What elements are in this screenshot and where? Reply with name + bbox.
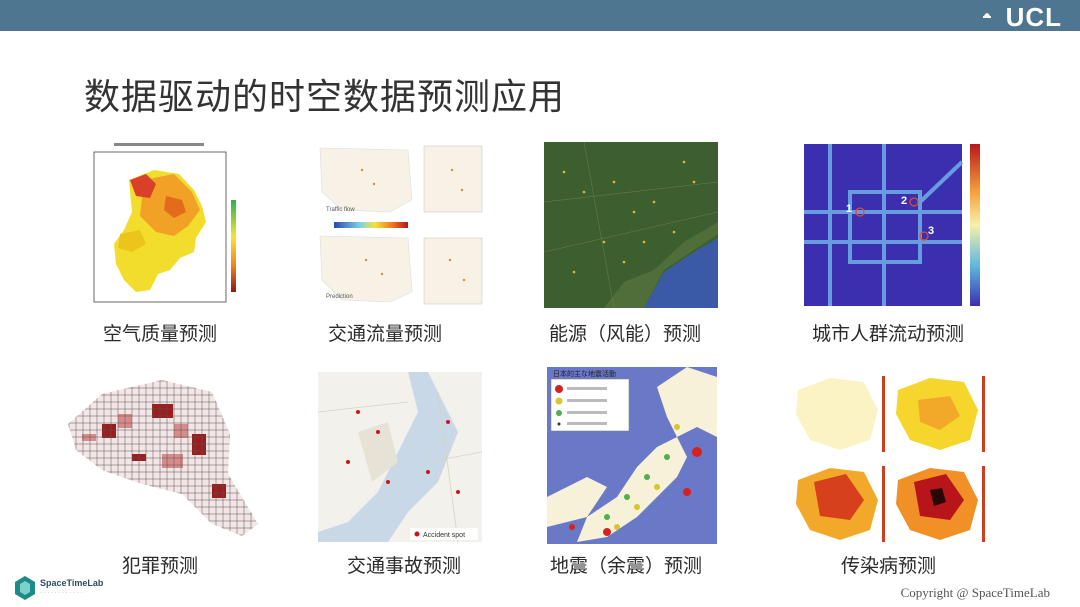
prediction-label: Prediction bbox=[326, 294, 353, 300]
logo-subtext: · · · · · · · · · · · · bbox=[40, 590, 83, 596]
marker-1: 1 bbox=[846, 203, 852, 215]
air-quality-map-image bbox=[84, 140, 246, 308]
marker-2: 2 bbox=[901, 195, 907, 207]
tile-caption: 城市人群流动预测 bbox=[812, 323, 965, 345]
accident-legend: Accident spot bbox=[423, 532, 465, 539]
earthquake-map-title: 日本的主な地震活動 bbox=[553, 369, 616, 378]
spacetimelab-logo-icon bbox=[15, 576, 35, 600]
tile-caption: 能源（风能）预测 bbox=[549, 323, 702, 345]
tile-caption: 交通流量预测 bbox=[328, 323, 443, 345]
tile-caption: 地震（余震）预测 bbox=[550, 555, 703, 577]
copyright-text: Copyright @ SpaceTimeLab bbox=[900, 585, 1050, 600]
accident-map-image: Accident spot bbox=[318, 372, 482, 542]
crime-grid-map-image bbox=[62, 374, 262, 540]
marker-3: 3 bbox=[928, 225, 934, 237]
spacetimelab-logo: SpaceTimeLab · · · · · · · · · · · · bbox=[14, 575, 124, 603]
tile-caption: 交通事故预测 bbox=[347, 555, 462, 577]
tile-caption: 空气质量预测 bbox=[103, 323, 218, 345]
traffic-flow-label: Traffic flow bbox=[326, 207, 355, 213]
disease-maps-image bbox=[790, 370, 990, 542]
wind-energy-map-image bbox=[544, 142, 718, 308]
top-bar: UCL bbox=[0, 0, 1080, 32]
earthquake-map-image: 日本的主な地震活動 bbox=[547, 367, 717, 544]
tile-caption: 犯罪预测 bbox=[122, 555, 199, 577]
ucl-logo: UCL bbox=[1005, 2, 1062, 32]
logo-text: SpaceTimeLab bbox=[40, 578, 104, 588]
slide-title: 数据驱动的时空数据预测应用 bbox=[84, 77, 566, 118]
ucl-dome-icon bbox=[983, 13, 991, 18]
traffic-flow-map-image: Traffic flow Prediction bbox=[312, 140, 488, 308]
crowd-flow-heatmap-image: 1 2 3 bbox=[800, 142, 994, 308]
tile-caption: 传染病预测 bbox=[841, 555, 937, 577]
